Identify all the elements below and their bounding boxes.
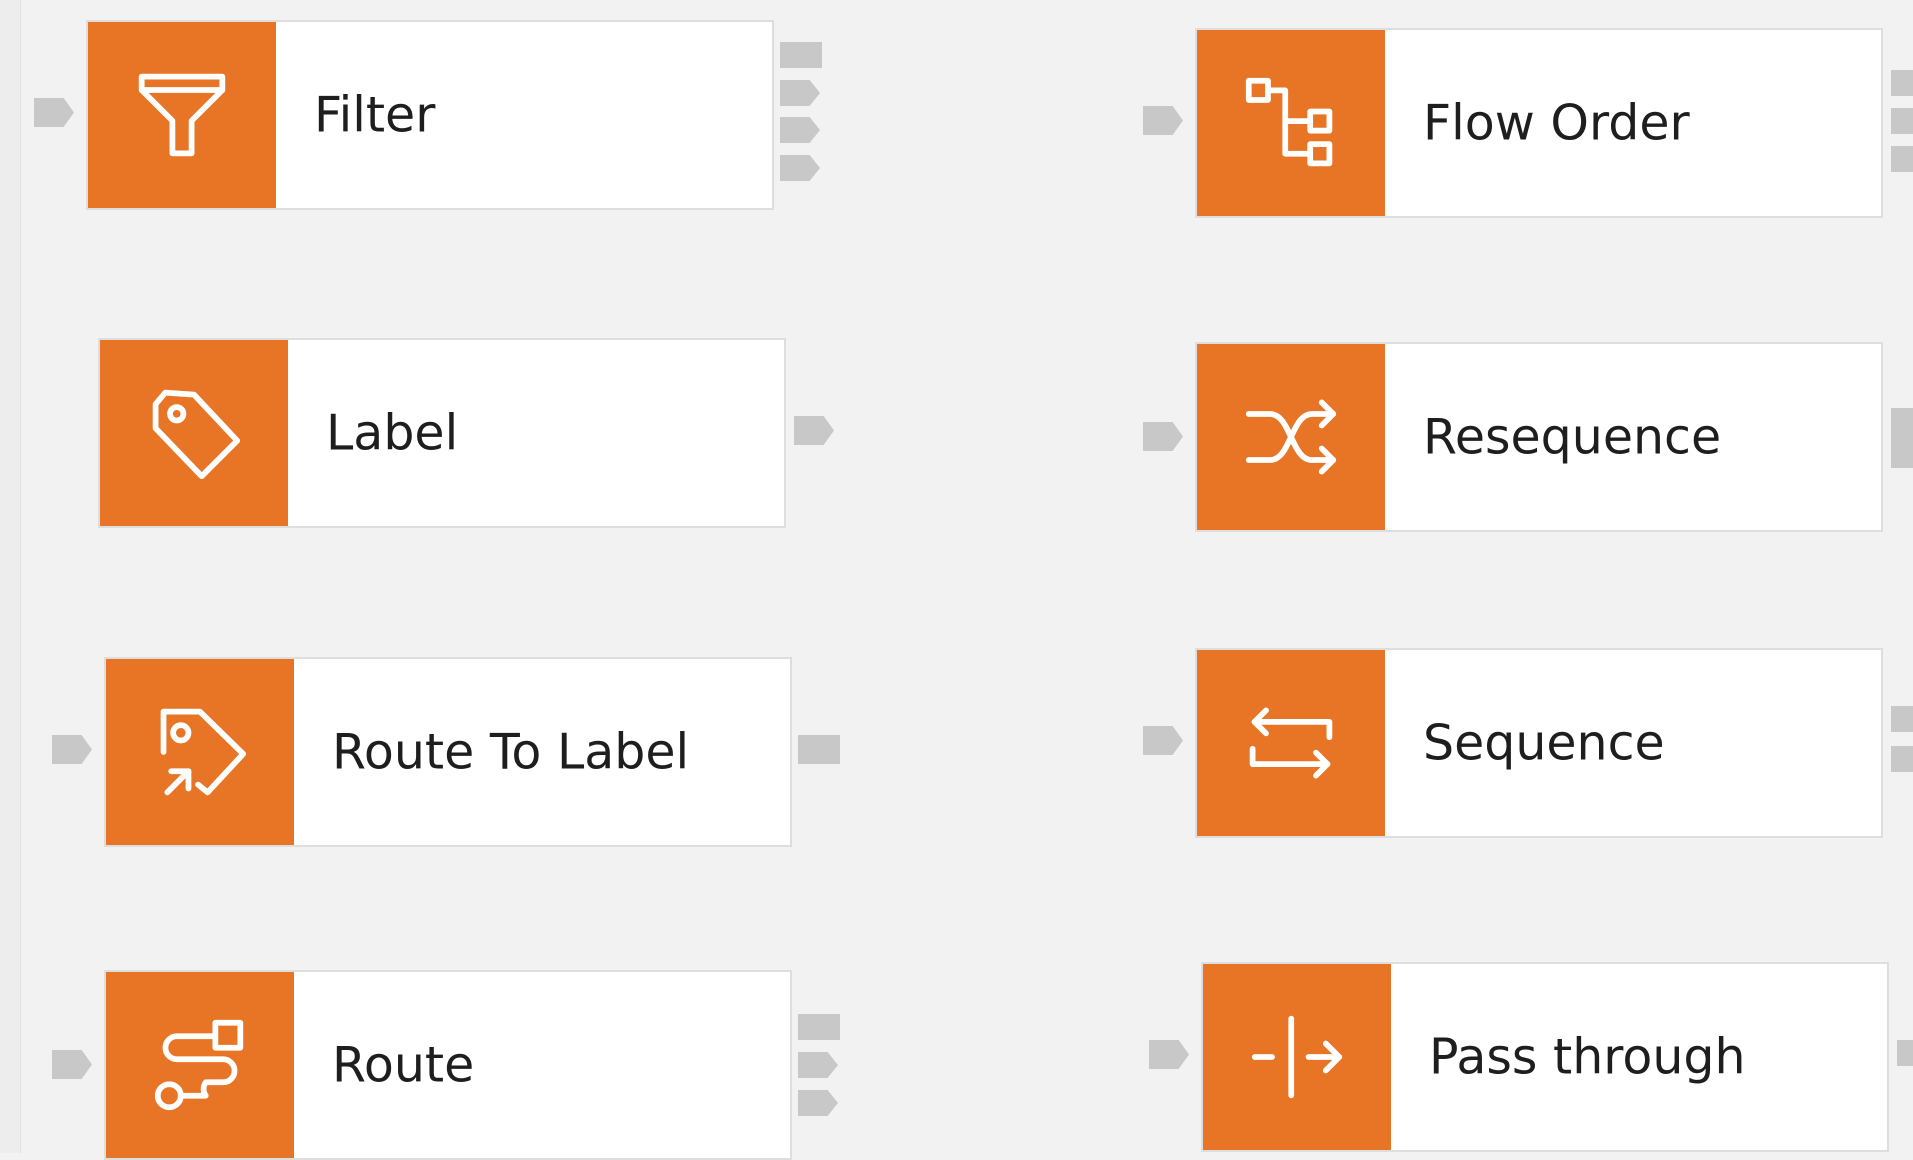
- output-port[interactable]: [1891, 706, 1913, 732]
- output-port[interactable]: [794, 416, 834, 445]
- node-label[interactable]: Label: [98, 338, 786, 528]
- output-port[interactable]: [1891, 108, 1913, 134]
- output-port[interactable]: [798, 1090, 838, 1116]
- node-icon-box: [1197, 344, 1385, 530]
- input-port[interactable]: [52, 735, 92, 764]
- node-label: Resequence: [1423, 408, 1722, 466]
- node-label: Route To Label: [332, 723, 690, 781]
- input-port[interactable]: [34, 98, 74, 127]
- node-label: Sequence: [1423, 714, 1665, 772]
- input-port[interactable]: [1143, 106, 1183, 135]
- node-icon-box: [1203, 964, 1391, 1150]
- output-port[interactable]: [1891, 70, 1913, 96]
- node-icon-box: [88, 22, 276, 208]
- node-label: Label: [326, 404, 459, 462]
- node-flow-order[interactable]: Flow Order: [1195, 28, 1883, 218]
- output-port[interactable]: [1891, 746, 1913, 772]
- pass-through-icon: [1251, 1015, 1343, 1099]
- hierarchy-icon: [1245, 77, 1333, 167]
- tag-icon: [152, 389, 241, 480]
- node-icon-box: [106, 972, 294, 1158]
- output-port[interactable]: [1891, 408, 1913, 468]
- node-label: Route: [332, 1036, 475, 1094]
- tag-route-icon: [160, 708, 247, 796]
- node-label: Pass through: [1429, 1028, 1746, 1086]
- input-port[interactable]: [1149, 1040, 1189, 1069]
- loop-arrows-icon: [1249, 707, 1333, 779]
- node-filter[interactable]: Filter: [86, 20, 774, 210]
- node-label: Flow Order: [1423, 94, 1690, 152]
- output-port[interactable]: [780, 155, 820, 181]
- output-port[interactable]: [780, 80, 820, 106]
- output-port[interactable]: [798, 1052, 838, 1078]
- node-icon-box: [1197, 30, 1385, 216]
- node-resequence[interactable]: Resequence: [1195, 342, 1883, 532]
- output-port[interactable]: [1891, 146, 1913, 172]
- output-port[interactable]: [1897, 1040, 1913, 1066]
- shuffle-icon: [1245, 399, 1337, 475]
- node-label: Filter: [314, 86, 436, 144]
- output-port[interactable]: [780, 117, 820, 143]
- input-port[interactable]: [1143, 422, 1183, 451]
- output-port[interactable]: [780, 42, 822, 68]
- left-rail: [0, 0, 21, 1153]
- node-route[interactable]: Route: [104, 970, 792, 1160]
- node-icon-box: [100, 340, 288, 526]
- filter-icon: [138, 73, 226, 157]
- output-port[interactable]: [798, 735, 840, 764]
- input-port[interactable]: [1143, 726, 1183, 755]
- output-port[interactable]: [798, 1014, 840, 1040]
- node-pass-through[interactable]: Pass through: [1201, 962, 1889, 1152]
- route-icon: [154, 1019, 244, 1111]
- node-sequence[interactable]: Sequence: [1195, 648, 1883, 838]
- input-port[interactable]: [52, 1050, 92, 1079]
- node-icon-box: [106, 659, 294, 845]
- node-icon-box: [1197, 650, 1385, 836]
- node-route-to-label[interactable]: Route To Label: [104, 657, 792, 847]
